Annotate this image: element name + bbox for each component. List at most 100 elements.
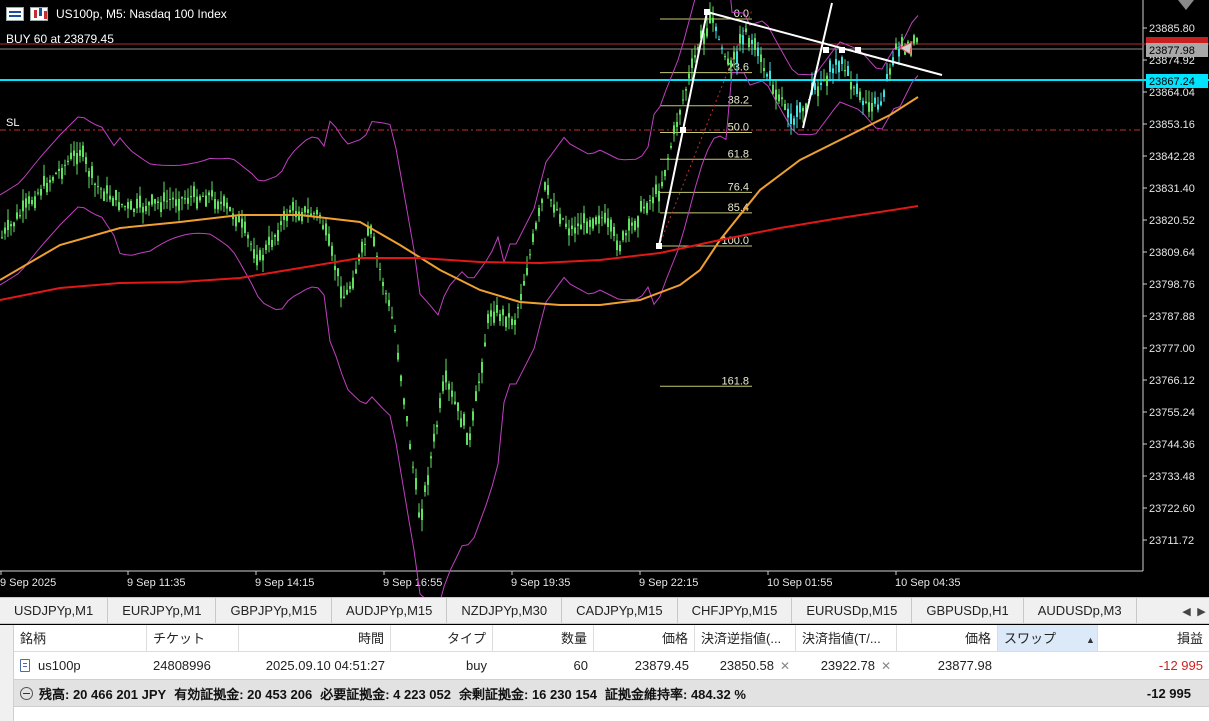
candle-body [661,182,663,187]
symbol-tab[interactable]: CADJPYp,M15 [562,598,678,623]
candle-body [346,289,348,295]
candle-body [247,234,249,239]
symbol-tab[interactable]: USDJPYp,M1 [0,598,109,623]
col-time[interactable]: 時間 [239,625,391,652]
chart-canvas[interactable]: 23885.8023874.9223864.0423853.1623842.28… [0,0,1209,597]
candle-body [544,182,546,190]
symbol-tab[interactable]: EURUSDp,M15 [792,598,913,623]
terminal-side-strip [0,625,14,721]
candle-body [334,266,336,271]
candle-body [658,191,660,202]
trendline-anchor[interactable] [704,9,710,15]
trendline-drawings[interactable] [656,2,943,249]
candle-body [886,73,888,80]
time-tick-label: 9 Sep 2025 [0,577,56,589]
col-open-price[interactable]: 価格 [594,625,695,652]
candle-body [400,375,402,382]
candle-body [58,168,60,171]
symbol-tab[interactable]: AUDUSDp,M3 [1024,598,1137,623]
candle-body [31,200,33,205]
candle-body [88,171,90,177]
tab-scroll-left-icon[interactable]: ◀ [1182,605,1190,618]
price-chart[interactable]: 23885.80 23874.92 23864.04 23853.16 23842.28… [0,0,1209,597]
candle-body [712,17,714,23]
collapse-icon[interactable] [20,686,33,700]
candle-body [70,152,72,159]
trendline-anchor[interactable] [823,47,829,53]
col-swap[interactable]: スワップ ▲ [998,625,1098,652]
trendline-anchor[interactable] [839,47,845,53]
position-ticket[interactable]: 24808996 [147,653,239,679]
candle-body [688,73,690,79]
candle-body [766,74,768,77]
candle-body [43,175,45,186]
symbol-tab[interactable]: NZDJPYp,M30 [447,598,563,623]
candle-body [97,186,99,188]
col-symbol[interactable]: 銘柄 [14,625,147,652]
candle-body [568,228,570,236]
trendline-anchor[interactable] [656,243,662,249]
candle-body [157,201,159,203]
fibonacci-retracement[interactable]: 0.023.638.250.061.876.485.4100.0161.8 [660,8,752,387]
trendline-anchor[interactable] [855,47,861,53]
candle-body [94,183,96,185]
position-tp-cell[interactable]: 23922.78 ✕ [796,653,897,679]
candle-body [832,68,834,74]
remove-tp-icon[interactable]: ✕ [881,659,891,673]
balance-row[interactable]: 残高: 20 466 201 JPY 有効証拠金: 20 453 206 必要証… [14,679,1209,707]
time-tick-label: 10 Sep 04:35 [895,577,960,589]
tab-scroll-arrows[interactable]: ◀ ▶ [1179,598,1209,623]
symbol-tab[interactable]: AUDJPYp,M15 [332,598,448,623]
candle-body [235,216,237,227]
candle-body [142,206,144,213]
candle-body [331,245,333,256]
position-symbol-cell[interactable]: us100p [14,653,147,679]
candle-body [406,416,408,422]
symbol-tab[interactable]: EURJPYp,M1 [108,598,217,623]
candle-body [550,199,552,201]
candle-body [193,186,195,197]
candle-body [304,206,306,213]
candle-body [121,204,123,206]
position-open-price[interactable]: 23879.45 [594,653,695,679]
list-icon[interactable] [6,7,24,21]
candle-body [307,209,309,213]
position-price[interactable]: 23877.98 [897,653,998,679]
candle-body [241,218,243,228]
chart-shift-marker-icon[interactable] [1178,0,1194,10]
col-stop-loss[interactable]: 決済逆指値(... [695,625,796,652]
symbol-tab[interactable]: GBPUSDp,H1 [912,598,1024,623]
candle-body [436,424,438,427]
candle-body [691,58,693,68]
position-sl-cell[interactable]: 23850.58 ✕ [695,653,796,679]
trendline-anchor[interactable] [680,127,686,133]
price-tick-label: 23755.24 [1149,407,1195,419]
time-tick-label: 9 Sep 11:35 [127,577,186,589]
candle-body [277,230,279,242]
position-time[interactable]: 2025.09.10 04:51:27 [239,653,391,679]
symbol-tab[interactable]: GBPJPYp,M15 [216,598,332,623]
chart-type-icon[interactable] [30,7,48,21]
position-volume[interactable]: 60 [493,653,594,679]
position-profit[interactable]: -12 995 [1098,653,1209,679]
position-swap[interactable] [998,653,1098,679]
candle-body [529,254,531,256]
candle-body [565,223,567,227]
col-price[interactable]: 価格 [897,625,998,652]
candle-body [598,215,600,224]
col-ticket[interactable]: チケット [147,625,239,652]
candle-body [259,250,261,260]
tab-scroll-right-icon[interactable]: ▶ [1197,605,1205,618]
candle-body [427,475,429,485]
col-type[interactable]: タイプ [391,625,493,652]
candle-body [397,352,399,360]
col-take-profit[interactable]: 決済指値(T/... [796,625,897,652]
ascending-trendline[interactable] [802,2,833,129]
position-type[interactable]: buy [391,653,493,679]
candle-body [250,243,252,245]
remove-sl-icon[interactable]: ✕ [780,659,790,673]
candle-body [586,221,588,234]
col-volume[interactable]: 数量 [493,625,594,652]
symbol-tab[interactable]: CHFJPYp,M15 [678,598,793,623]
col-profit[interactable]: 損益 [1098,625,1209,652]
